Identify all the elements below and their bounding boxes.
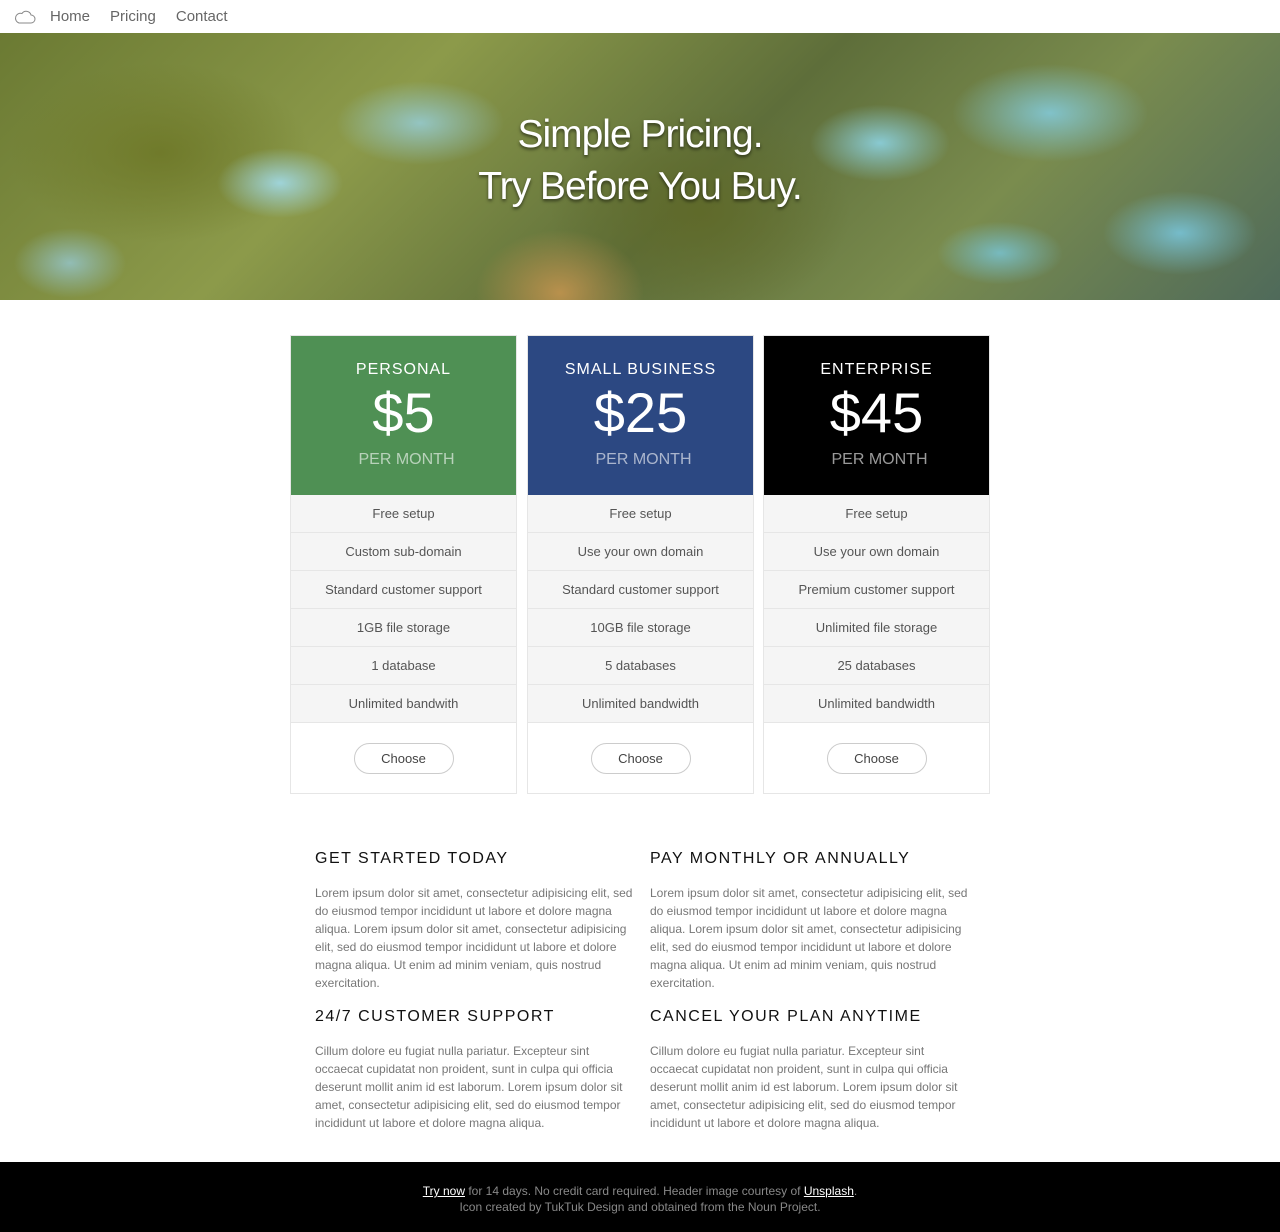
info-title: Get started today (315, 850, 509, 867)
plan-feature: 5 databases (528, 647, 753, 685)
info-text: Lorem ipsum dolor sit amet, consectetur … (650, 886, 968, 990)
plan-name: Personal (355, 361, 452, 378)
info-title: Pay monthly or annually (650, 850, 911, 867)
plan-price: $5 (372, 381, 435, 444)
footer-credit: Icon created by TukTuk Design and obtain… (459, 1200, 821, 1214)
plan-footer: Choose (291, 723, 516, 794)
footer-text-end: . (853, 1184, 858, 1198)
plan-period: per month (831, 451, 928, 468)
plan-price: $45 (829, 381, 924, 444)
unsplash-link[interactable]: Unsplash (804, 1184, 854, 1198)
plan-feature: 25 databases (764, 647, 989, 685)
choose-personal-button[interactable]: Choose (353, 743, 454, 774)
plan-small-business: Small Business $25 per month Free setup … (527, 335, 754, 794)
plan-feature: Unlimited bandwidth (528, 685, 753, 723)
plan-feature: Use your own domain (764, 533, 989, 571)
plan-enterprise: Enterprise $45 per month Free setup Use … (763, 335, 990, 794)
hero-headline-line2: Try Before You Buy. (478, 165, 803, 208)
footer-line1: Try now for 14 days. No credit card requ… (0, 1183, 1280, 1199)
plan-feature: Unlimited bandwidth (764, 685, 989, 723)
plan-feature: Standard customer support (291, 571, 516, 609)
info-text: Lorem ipsum dolor sit amet, consectetur … (315, 886, 633, 990)
footer: Try now for 14 days. No credit card requ… (0, 1162, 1280, 1232)
choose-small-business-button[interactable]: Choose (590, 743, 691, 774)
plan-feature: Custom sub-domain (291, 533, 516, 571)
plan-feature: Standard customer support (528, 571, 753, 609)
plan-feature: Unlimited file storage (764, 609, 989, 647)
plan-price: $25 (593, 381, 688, 444)
info-title: Cancel your plan anytime (650, 1008, 922, 1025)
info-cancel-plan: Cancel your plan anytime Cillum dolore e… (650, 1008, 970, 1132)
hero-headline-line1: Simple Pricing. (517, 113, 763, 156)
plan-feature: Unlimited bandwith (291, 685, 516, 723)
info-customer-support: 24/7 customer support Cillum dolore eu f… (315, 1008, 635, 1132)
nav-home[interactable]: Home (50, 8, 90, 25)
info-title: 24/7 customer support (315, 1008, 555, 1025)
plan-footer: Choose (528, 723, 753, 794)
plan-name: Enterprise (820, 361, 933, 378)
plan-feature: 1GB file storage (291, 609, 516, 647)
footer-text: for 14 days. No credit card required. He… (465, 1184, 804, 1198)
plan-feature: Premium customer support (764, 571, 989, 609)
top-nav: Home Pricing Contact (0, 0, 1280, 33)
plan-period: per month (595, 451, 692, 468)
plan-feature: 10GB file storage (528, 609, 753, 647)
hero-banner: Simple Pricing. Try Before You Buy. (0, 33, 1280, 300)
info-get-started: Get started today Lorem ipsum dolor sit … (315, 850, 635, 992)
nav-pricing[interactable]: Pricing (110, 8, 156, 25)
plan-period: per month (358, 451, 455, 468)
nav-contact[interactable]: Contact (176, 8, 228, 25)
try-now-link[interactable]: Try now (423, 1184, 465, 1198)
cloud-icon[interactable] (14, 10, 36, 24)
plan-header: Personal $5 per month (291, 336, 516, 495)
info-text: Cillum dolore eu fugiat nulla pariatur. … (650, 1044, 958, 1130)
plan-header: Small Business $25 per month (528, 336, 753, 495)
plan-feature: 1 database (291, 647, 516, 685)
plan-feature: Use your own domain (528, 533, 753, 571)
choose-enterprise-button[interactable]: Choose (826, 743, 927, 774)
plan-feature: Free setup (764, 495, 989, 533)
plan-personal: Personal $5 per month Free setup Custom … (290, 335, 517, 794)
info-text: Cillum dolore eu fugiat nulla pariatur. … (315, 1044, 623, 1130)
plan-footer: Choose (764, 723, 989, 794)
plan-name: Small Business (564, 361, 717, 378)
plan-feature: Free setup (528, 495, 753, 533)
info-pay-monthly: Pay monthly or annually Lorem ipsum dolo… (650, 850, 970, 992)
plan-header: Enterprise $45 per month (764, 336, 989, 495)
plan-feature: Free setup (291, 495, 516, 533)
